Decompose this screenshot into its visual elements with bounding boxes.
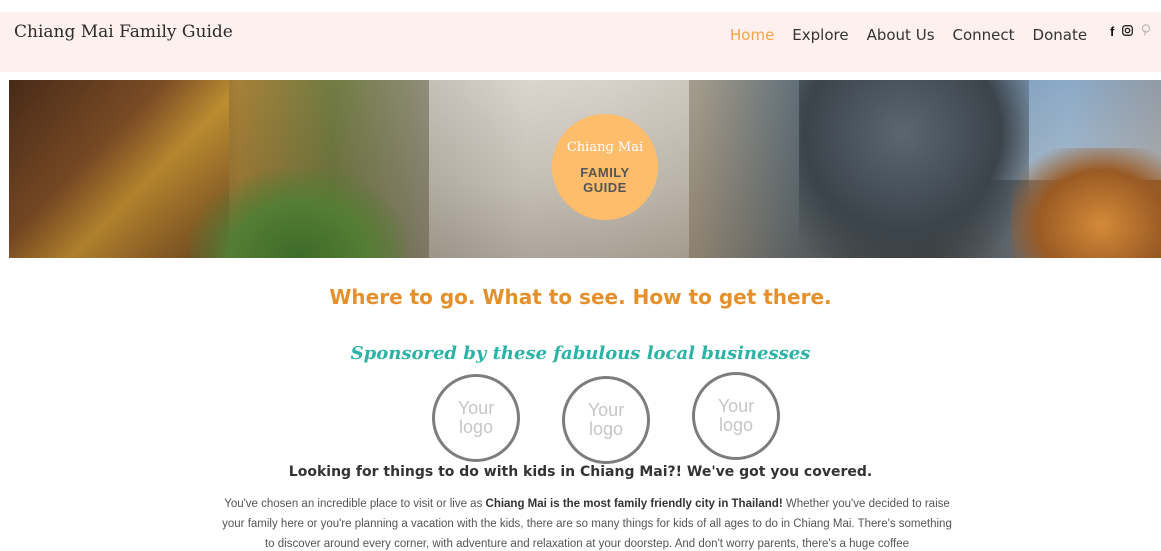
- sponsor-logo-placeholder[interactable]: Your logo: [692, 372, 780, 460]
- sponsor-logo-placeholder[interactable]: Your logo: [432, 374, 520, 462]
- logo-text-line2: logo: [588, 419, 624, 439]
- nav-home[interactable]: Home: [730, 26, 774, 44]
- logo-text-line1: Your: [457, 398, 495, 418]
- hero-logo-badge: Chiang Mai FAMILY GUIDE: [552, 114, 658, 220]
- intro-text: You've chosen an incredible place to vis…: [224, 498, 486, 510]
- hero-statue: [799, 80, 1029, 258]
- sponsored-heading: Sponsored by these fabulous local busine…: [350, 343, 811, 364]
- top-strip: [0, 0, 1161, 12]
- nav-connect[interactable]: Connect: [953, 26, 1015, 44]
- sponsor-logos: Your logo Your logo Your logo: [432, 372, 792, 464]
- social-links: f: [1110, 24, 1151, 39]
- logo-text-line2: logo: [718, 415, 754, 435]
- nav-about-us[interactable]: About Us: [867, 26, 935, 44]
- facebook-icon[interactable]: f: [1110, 24, 1114, 39]
- badge-guide-text: GUIDE: [583, 179, 627, 195]
- badge-family-text: FAMILY: [580, 164, 630, 180]
- nav-explore[interactable]: Explore: [792, 26, 848, 44]
- badge-script-text: Chiang Mai: [566, 139, 644, 155]
- intro-paragraph: You've chosen an incredible place to vis…: [220, 494, 954, 551]
- pinterest-icon[interactable]: [1141, 24, 1151, 39]
- hero-gold-ornament: [1011, 148, 1161, 258]
- sponsor-logo-placeholder[interactable]: Your logo: [562, 376, 650, 464]
- intro-heading: Looking for things to do with kids in Ch…: [288, 464, 873, 480]
- tagline: Where to go. What to see. How to get the…: [329, 285, 832, 309]
- site-header: Chiang Mai Family Guide Home Explore Abo…: [0, 12, 1161, 72]
- nav-donate[interactable]: Donate: [1033, 26, 1088, 44]
- logo-text-line1: Your: [717, 396, 755, 416]
- instagram-icon[interactable]: [1122, 24, 1134, 39]
- intro-bold-text: Chiang Mai is the most family friendly c…: [485, 498, 783, 510]
- main-nav: Home Explore About Us Connect Donate: [730, 26, 1105, 44]
- site-title[interactable]: Chiang Mai Family Guide: [14, 22, 233, 42]
- logo-text-line1: Your: [587, 400, 625, 420]
- hero-palm: [189, 170, 409, 258]
- logo-text-line2: logo: [458, 417, 494, 437]
